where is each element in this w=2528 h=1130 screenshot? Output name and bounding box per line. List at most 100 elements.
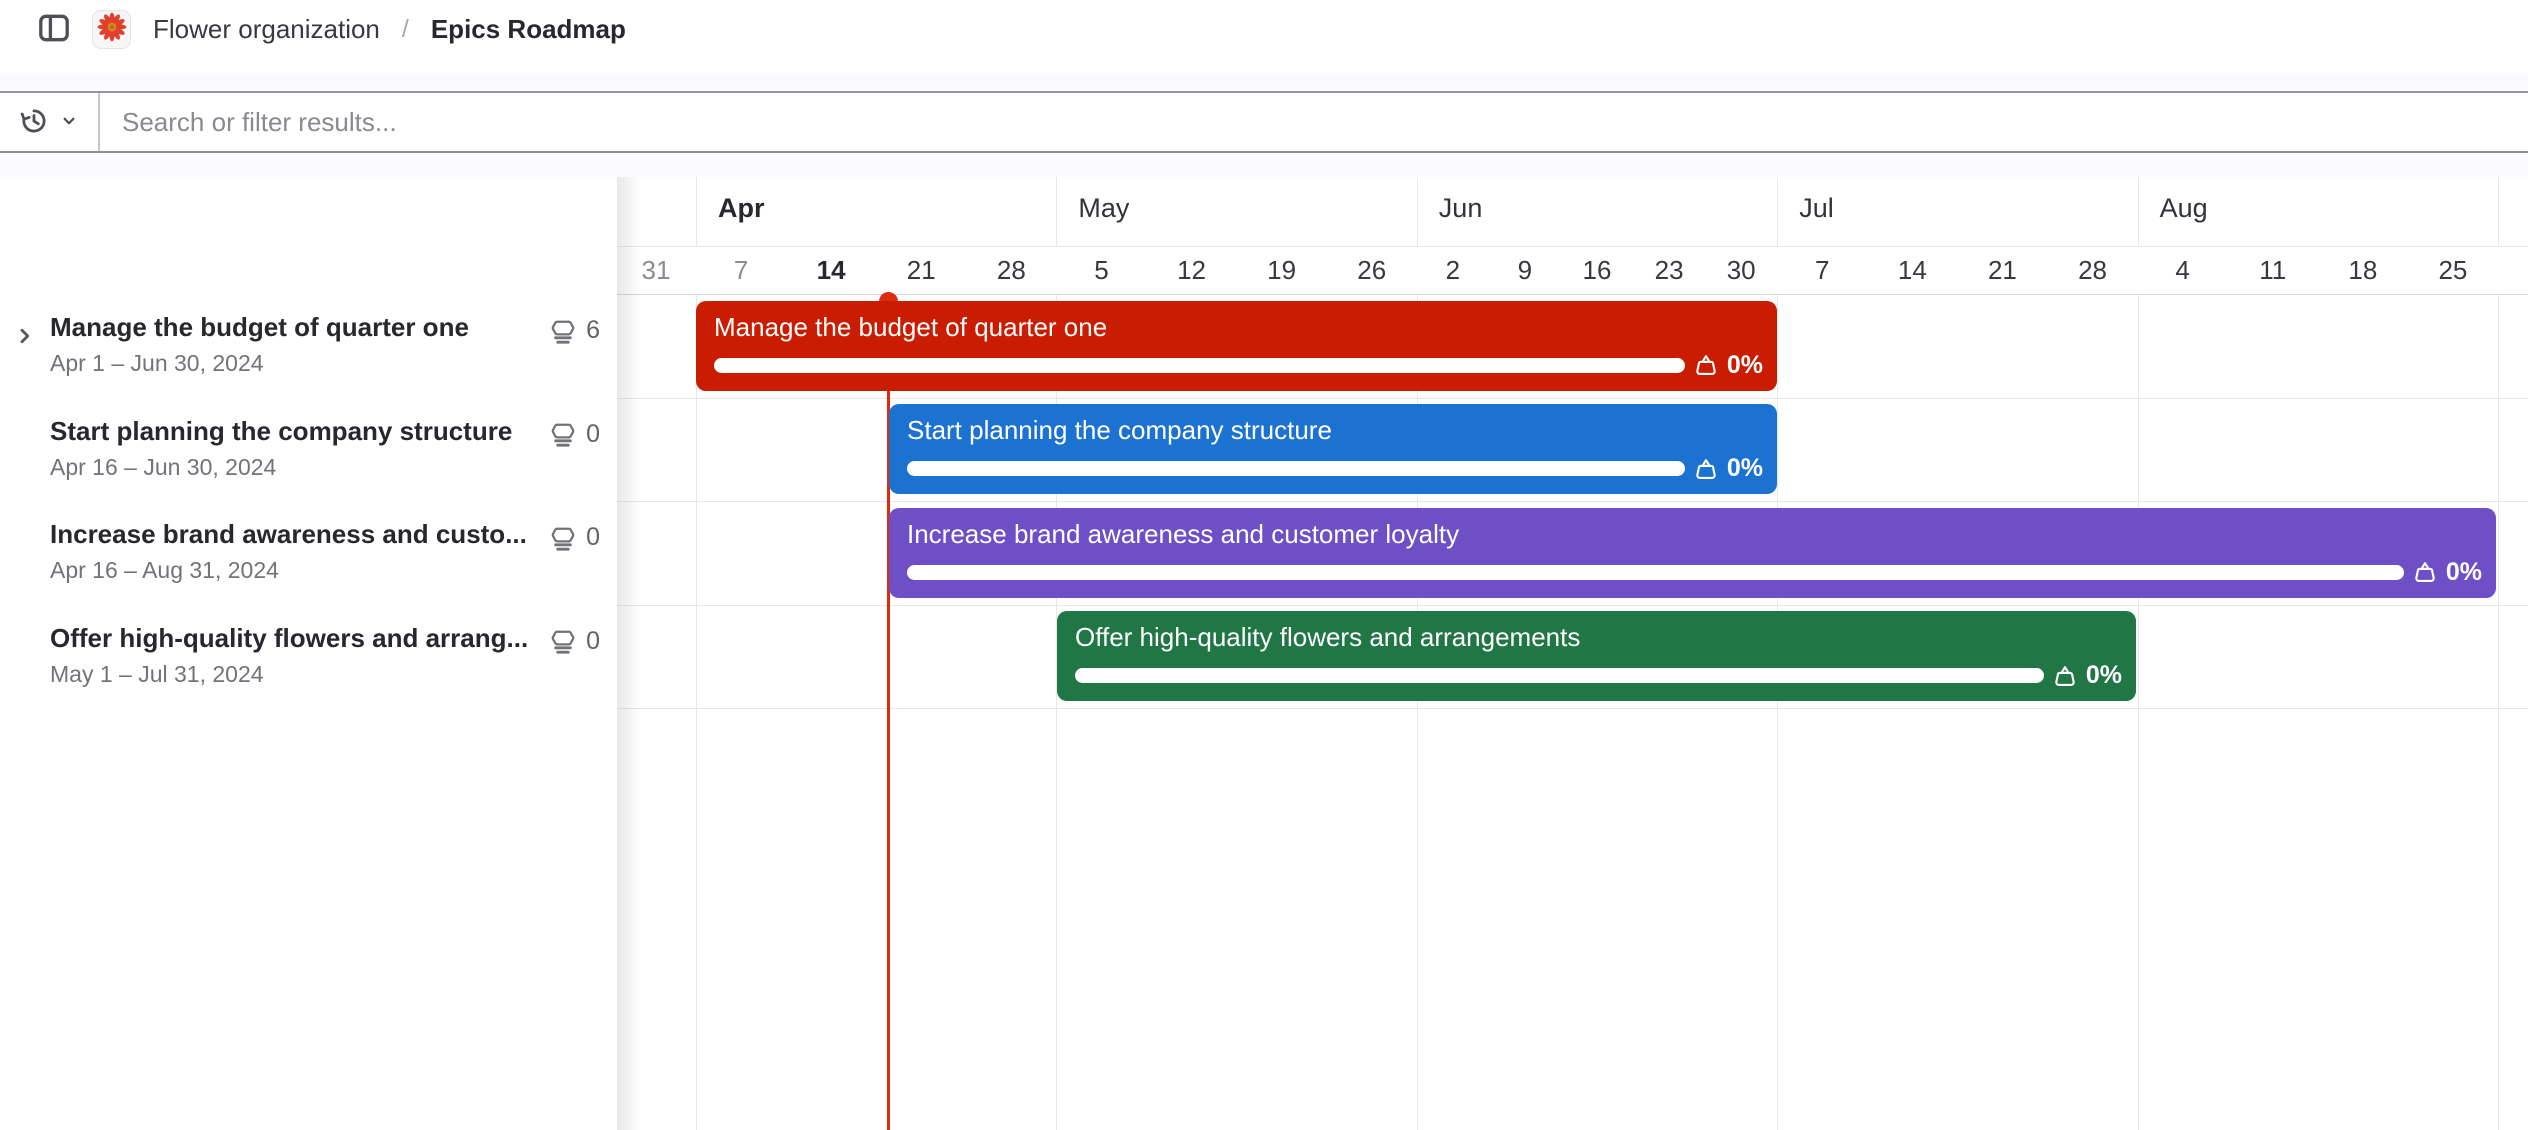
epic-child-count-badge: 0	[549, 420, 600, 449]
month-gridline	[1777, 294, 1778, 1130]
top-bar: Flower organization / Epics Roadmap	[0, 0, 2528, 73]
progress-track	[907, 565, 2404, 580]
epic-icon	[549, 524, 577, 552]
sidebar-panel-icon	[36, 10, 72, 49]
week-label: 14	[1872, 255, 1952, 286]
epic-child-count-badge: 0	[549, 627, 600, 656]
month-gridline	[2498, 294, 2499, 1130]
month-label: Apr	[718, 193, 765, 224]
weight-icon	[1693, 456, 1719, 482]
progress-percent: 0%	[1727, 454, 1763, 483]
week-label: 21	[1962, 255, 2042, 286]
month-gridline	[696, 294, 697, 1130]
week-label: 28	[971, 255, 1051, 286]
panel-shadow	[617, 177, 641, 1130]
epic-bar-title: Increase brand awareness and customer lo…	[907, 519, 2482, 550]
week-label: 9	[1485, 255, 1565, 286]
filtered-search-bar	[0, 91, 2528, 153]
epic-child-count: 0	[586, 627, 600, 656]
epic-date-range: May 1 – Jul 31, 2024	[50, 661, 264, 688]
epic-child-count: 6	[586, 316, 600, 345]
week-label: 7	[1782, 255, 1862, 286]
week-label: 12	[1152, 255, 1232, 286]
epic-list-item: Start planning the company structure Apr …	[0, 398, 617, 501]
epic-list-item: Offer high-quality flowers and arrang...…	[0, 605, 617, 708]
epic-child-count: 0	[586, 420, 600, 449]
progress-track	[1075, 668, 2044, 683]
progress-percent: 0%	[2086, 661, 2122, 690]
week-label: 28	[2053, 255, 2133, 286]
breadcrumb-separator: /	[402, 15, 409, 44]
week-label: 26	[1332, 255, 1412, 286]
epic-bar[interactable]: Increase brand awareness and customer lo…	[889, 508, 2496, 598]
epic-bar-progress: 0%	[714, 351, 1763, 380]
epic-bar-progress: 0%	[1075, 661, 2122, 690]
epic-bar[interactable]: Manage the budget of quarter one 0%	[696, 301, 1777, 391]
epic-bar[interactable]: Offer high-quality flowers and arrangeme…	[1057, 611, 2136, 701]
sidebar-toggle-button[interactable]	[34, 10, 74, 50]
week-label: 18	[2323, 255, 2403, 286]
epics-roadmap-app: Flower organization / Epics Roadmap	[0, 0, 2528, 1130]
month-label: Aug	[2160, 193, 2208, 224]
search-input[interactable]	[100, 93, 2528, 151]
weight-icon	[2412, 559, 2438, 585]
months-row-border	[617, 246, 2528, 247]
month-gridline	[696, 177, 697, 246]
month-label: Jun	[1439, 193, 1483, 224]
epic-child-count: 0	[586, 523, 600, 552]
epic-title-link[interactable]: Manage the budget of quarter one	[50, 312, 469, 343]
epic-child-count-badge: 6	[549, 316, 600, 345]
month-gridline	[1417, 177, 1418, 246]
month-label: Jul	[1799, 193, 1834, 224]
week-label: 21	[881, 255, 961, 286]
epic-title-link[interactable]: Offer high-quality flowers and arrang...	[50, 623, 528, 654]
epic-title-link[interactable]: Increase brand awareness and custo...	[50, 519, 527, 550]
epic-bar-progress: 0%	[907, 454, 1763, 483]
month-gridline	[1777, 177, 1778, 246]
week-label: 25	[2413, 255, 2493, 286]
weight-icon	[2052, 663, 2078, 689]
divider-band-top	[0, 73, 2528, 91]
epic-title-link[interactable]: Start planning the company structure	[50, 416, 512, 447]
epics-list-panel: Manage the budget of quarter one Apr 1 – …	[0, 177, 617, 1130]
flower-icon	[96, 11, 128, 48]
progress-track	[714, 358, 1685, 373]
chevron-down-icon	[59, 111, 79, 134]
progress-percent: 0%	[1727, 351, 1763, 380]
month-gridline	[1056, 177, 1057, 246]
epic-date-range: Apr 16 – Aug 31, 2024	[50, 557, 279, 584]
epic-bar-title: Manage the budget of quarter one	[714, 312, 1763, 343]
epic-expand-button[interactable]	[8, 320, 42, 354]
epic-date-range: Apr 16 – Jun 30, 2024	[50, 454, 276, 481]
progress-percent: 0%	[2446, 558, 2482, 587]
progress-track	[907, 461, 1685, 476]
org-avatar[interactable]	[92, 10, 131, 49]
epic-bar-title: Offer high-quality flowers and arrangeme…	[1075, 622, 2122, 653]
epic-child-count-badge: 0	[549, 523, 600, 552]
week-label: 30	[1701, 255, 1781, 286]
week-label: 5	[1061, 255, 1141, 286]
month-gridline	[2498, 177, 2499, 246]
epic-icon	[549, 627, 577, 655]
history-icon	[19, 106, 49, 139]
divider-band-bottom	[0, 153, 2528, 177]
week-label: 19	[1242, 255, 1322, 286]
breadcrumb-page-title: Epics Roadmap	[431, 14, 626, 45]
epic-list-item: Increase brand awareness and custo... Apr…	[0, 501, 617, 604]
epic-bar-title: Start planning the company structure	[907, 415, 1763, 446]
epic-bar[interactable]: Start planning the company structure 0%	[889, 404, 1777, 494]
search-history-button[interactable]	[0, 93, 100, 151]
breadcrumb-org-link[interactable]: Flower organization	[153, 14, 380, 45]
roadmap-timeline: 31Apr7142128May5121926Jun29162330Jul7142…	[0, 177, 2528, 1130]
weight-icon	[1693, 352, 1719, 378]
week-label: 16	[1557, 255, 1637, 286]
month-gridline	[2138, 177, 2139, 246]
epic-date-range: Apr 1 – Jun 30, 2024	[50, 350, 264, 377]
week-label: 14	[791, 255, 871, 286]
week-label: 2	[1413, 255, 1493, 286]
chevron-right-icon	[13, 324, 37, 351]
epic-bar-progress: 0%	[907, 558, 2482, 587]
week-label: 7	[701, 255, 781, 286]
week-label: 4	[2143, 255, 2223, 286]
month-gridline	[2138, 294, 2139, 1130]
